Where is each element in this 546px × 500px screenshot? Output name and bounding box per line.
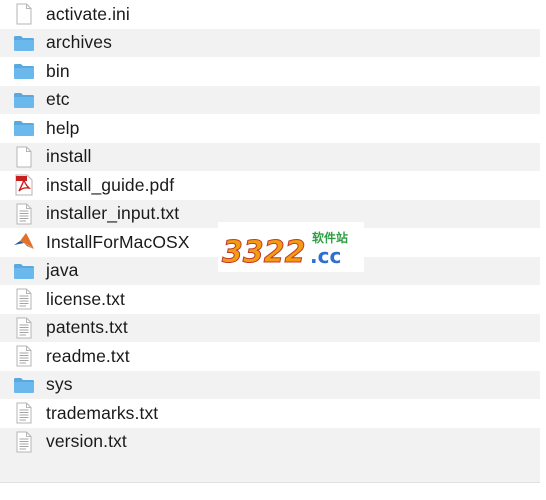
file-name: bin	[46, 60, 70, 81]
watermark-suffix-text: .cc	[310, 244, 341, 268]
file-row[interactable]: sys	[0, 370, 540, 399]
folder-icon	[13, 373, 35, 397]
matlab-icon	[13, 230, 35, 254]
file-name: install_guide.pdf	[46, 174, 175, 195]
folder-icon	[13, 88, 35, 112]
file-name: readme.txt	[46, 345, 130, 366]
watermark-graphic: 3322 .cc 软件站	[222, 230, 349, 271]
file-name: installer_input.txt	[46, 203, 180, 224]
text-document-icon	[13, 287, 35, 311]
file-row[interactable]: patents.txt	[0, 313, 540, 342]
watermark-logo: 3322 .cc 软件站	[218, 222, 364, 272]
window-edge	[540, 0, 546, 500]
pdf-icon	[13, 173, 35, 197]
text-document-icon	[13, 316, 35, 340]
file-name: version.txt	[46, 431, 127, 452]
file-name: activate.ini	[46, 3, 130, 24]
watermark-tag-text: 软件站	[312, 230, 348, 245]
folder-icon	[13, 31, 35, 55]
folder-icon	[13, 59, 35, 83]
file-row[interactable]: install_guide.pdf	[0, 171, 540, 200]
file-name: etc	[46, 89, 70, 110]
file-row[interactable]: activate.ini	[0, 0, 540, 29]
file-name: archives	[46, 32, 112, 53]
file-name: java	[46, 260, 79, 281]
file-row[interactable]: readme.txt	[0, 342, 540, 371]
file-name: sys	[46, 374, 73, 395]
file-row[interactable]: bin	[0, 57, 540, 86]
file-row[interactable]: license.txt	[0, 285, 540, 314]
watermark-main-text: 3322	[222, 235, 306, 270]
folder-icon	[13, 259, 35, 283]
text-document-icon	[13, 202, 35, 226]
file-row[interactable]: trademarks.txt	[0, 399, 540, 428]
document-icon	[13, 2, 35, 26]
file-name: InstallForMacOSX	[46, 231, 190, 252]
file-row[interactable]: install	[0, 142, 540, 171]
file-row[interactable]: etc	[0, 85, 540, 114]
file-row[interactable]: help	[0, 114, 540, 143]
list-footer	[0, 456, 540, 482]
file-row[interactable]: archives	[0, 28, 540, 57]
file-name: help	[46, 117, 80, 138]
text-document-icon	[13, 430, 35, 454]
file-name: patents.txt	[46, 317, 128, 338]
file-name: license.txt	[46, 288, 125, 309]
file-name: install	[46, 146, 92, 167]
folder-icon	[13, 116, 35, 140]
document-icon	[13, 145, 35, 169]
file-row[interactable]: version.txt	[0, 427, 540, 456]
text-document-icon	[13, 401, 35, 425]
divider	[0, 482, 546, 483]
text-document-icon	[13, 344, 35, 368]
file-name: trademarks.txt	[46, 402, 159, 423]
